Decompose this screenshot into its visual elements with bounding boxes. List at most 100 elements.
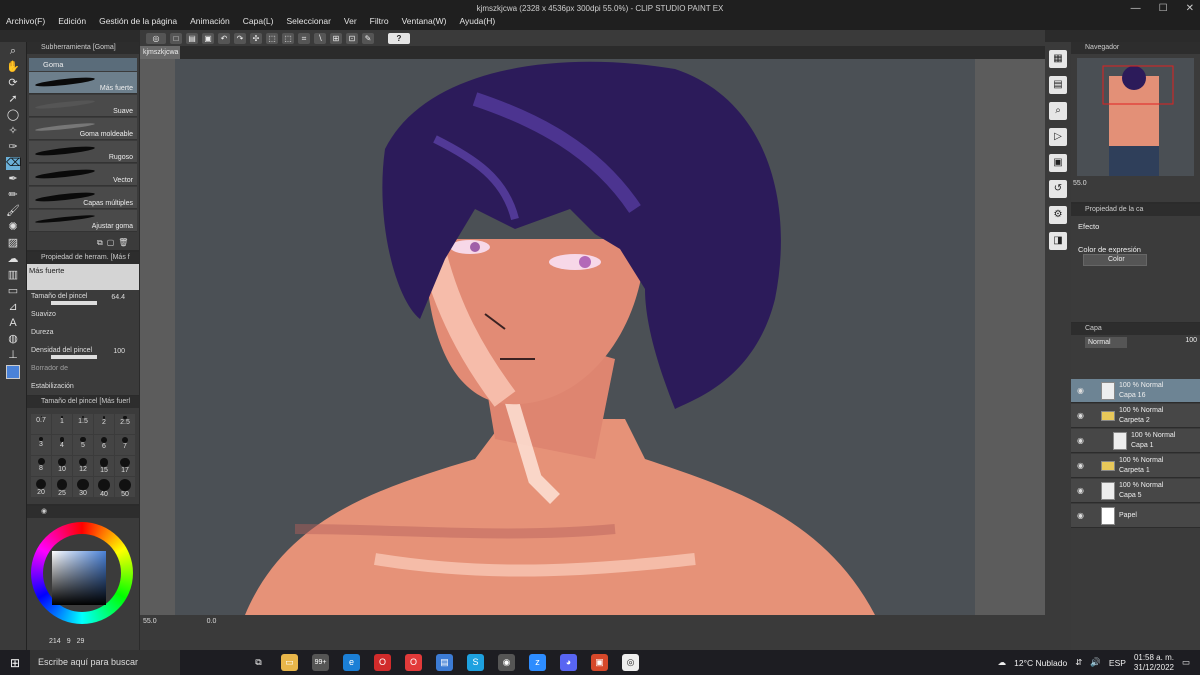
rotation-readout[interactable]: 0.0 [207, 615, 217, 628]
menu-gestion-pagina[interactable]: Gestión de la página [99, 16, 177, 26]
clip-studio-taskbar-icon[interactable]: ◎ [622, 654, 639, 671]
layer-opacity[interactable]: 100 [1185, 337, 1197, 344]
main-color-swatch[interactable] [6, 365, 20, 379]
figure-tool-icon[interactable]: ▭ [6, 285, 20, 298]
network-icon[interactable]: ⇵ [1075, 657, 1082, 668]
blend-tool-icon[interactable]: ☁ [6, 253, 20, 266]
crop-icon[interactable]: ⌗ [298, 32, 310, 44]
opera-gx-icon[interactable]: O [405, 654, 422, 671]
brush-size-preset[interactable]: 12 [73, 456, 93, 476]
snap-ruler-icon[interactable]: ∖ [314, 32, 326, 44]
menu-filtro[interactable]: Filtro [370, 16, 389, 26]
saturation-value-box[interactable] [52, 551, 106, 605]
eraser-tool-icon[interactable]: ⌫ [6, 157, 22, 170]
visibility-eye-icon[interactable]: ◉ [1077, 461, 1084, 470]
store-icon[interactable]: ▤ [436, 654, 453, 671]
layer-property-icon[interactable]: ▤ [1049, 76, 1067, 94]
zoom-readout[interactable]: 55.0 [143, 615, 157, 628]
sub-view-icon[interactable]: ◨ [1049, 232, 1067, 250]
hue-value[interactable]: 214 [49, 638, 61, 645]
brush-size-preset[interactable]: 4 [52, 435, 72, 455]
fill-tool-icon[interactable]: ▨ [6, 237, 20, 250]
help-button[interactable]: ? [388, 32, 410, 44]
brush-tool-icon[interactable]: 🖌 [6, 205, 20, 218]
subtool-group-tab[interactable]: Goma [29, 58, 137, 71]
rotate-tool-icon[interactable]: ⟳ [6, 77, 20, 90]
brush-size-preset[interactable]: 17 [115, 456, 135, 476]
brush-item[interactable]: Más fuerte [29, 72, 137, 94]
brush-size-row[interactable]: Tamaño del pincel 64.4 [27, 290, 139, 308]
media-icon[interactable]: ◉ [498, 654, 515, 671]
weather-icon[interactable]: ☁ [998, 657, 1007, 668]
brush-size-preset[interactable]: 8 [31, 456, 51, 476]
layer-row[interactable]: ◉ 100 % Normal Capa 16 [1071, 379, 1200, 403]
layer-row[interactable]: ◉ 100 % Normal Carpeta 1 [1071, 454, 1200, 478]
brush-size-preset[interactable]: 15 [94, 456, 114, 476]
brush-size-preset[interactable]: 5 [73, 435, 93, 455]
navigator-toggle-icon[interactable]: ▦ [1049, 50, 1067, 68]
item-bank-icon[interactable]: ⚙ [1049, 206, 1067, 224]
open-file-icon[interactable]: ▤ [186, 32, 198, 44]
menu-edicion[interactable]: Edición [58, 16, 86, 26]
zoom-tool-icon[interactable]: ⌕ [6, 45, 20, 58]
blend-mode-select[interactable]: Normal [1085, 337, 1127, 348]
start-button[interactable]: ⊞ [0, 656, 30, 670]
brush-size-preset[interactable]: 6 [94, 435, 114, 455]
discord-icon[interactable]: ◕ [560, 654, 577, 671]
artwork-canvas[interactable] [175, 59, 975, 615]
opera-icon[interactable]: O [374, 654, 391, 671]
visibility-eye-icon[interactable]: ◉ [1077, 511, 1084, 520]
new-file-icon[interactable]: □ [170, 32, 182, 44]
lasso-tool-icon[interactable]: ◯ [6, 109, 20, 122]
taskbar-search[interactable]: Escribe aquí para buscar [30, 650, 180, 675]
density-row[interactable]: Densidad del pincel 100 [27, 344, 139, 362]
brush-size-preset[interactable]: 30 [73, 477, 93, 497]
brush-item[interactable]: Capas múltiples [29, 187, 137, 209]
brush-item[interactable]: Goma moldeable [29, 118, 137, 140]
visibility-eye-icon[interactable]: ◉ [1077, 436, 1084, 445]
eyedropper-icon[interactable]: ✑ [6, 141, 20, 154]
mail-icon[interactable]: 99+ [312, 654, 329, 671]
maximize-button[interactable]: ☐ [1159, 3, 1168, 14]
visibility-eye-icon[interactable]: ◉ [1077, 486, 1084, 495]
menu-ayuda[interactable]: Ayuda(H) [459, 16, 495, 26]
history-icon[interactable]: ↺ [1049, 180, 1067, 198]
snap-grid-icon[interactable]: ⊞ [330, 32, 342, 44]
clip-studio-icon[interactable]: ◎ [146, 32, 166, 44]
menu-archivo[interactable]: Archivo(F) [6, 16, 45, 26]
brush-size-slider[interactable] [51, 301, 97, 305]
minimize-button[interactable]: — [1131, 3, 1141, 14]
zoom-icon[interactable]: z [529, 654, 546, 671]
menu-animacion[interactable]: Animación [190, 16, 230, 26]
saturation-value[interactable]: 9 [67, 638, 71, 645]
menu-capa[interactable]: Capa(L) [243, 16, 274, 26]
copy-subtool-icon[interactable]: ⧉ [97, 238, 103, 248]
task-view-icon[interactable]: ⧉ [250, 654, 267, 671]
layer-row[interactable]: ◉ 100 % Normal Capa 5 [1071, 479, 1200, 503]
hardness-row[interactable]: Dureza [27, 326, 139, 344]
pen-icon[interactable]: ✎ [362, 32, 374, 44]
brush-size-preset[interactable]: 10 [52, 456, 72, 476]
navigator-preview[interactable] [1077, 58, 1194, 176]
pen-tool-icon[interactable]: ✒ [6, 173, 20, 186]
pencil-tool-icon[interactable]: ✏ [6, 189, 20, 202]
brightness-value[interactable]: 29 [77, 638, 85, 645]
brush-size-preset[interactable]: 2 [94, 414, 114, 434]
brush-size-preset[interactable]: 40 [94, 477, 114, 498]
brush-size-preset[interactable]: 2.5 [115, 414, 135, 434]
file-explorer-icon[interactable]: ▭ [281, 654, 298, 671]
layer-row[interactable]: ◉ 100 % Normal Carpeta 2 [1071, 404, 1200, 428]
brush-size-preset[interactable]: 0.7 [31, 414, 51, 434]
line-correction-icon[interactable]: ⊥ [6, 349, 20, 362]
visibility-eye-icon[interactable]: ◉ [1077, 411, 1084, 420]
deselect-icon[interactable]: ⬚ [282, 32, 294, 44]
brush-size-preset[interactable]: 3 [31, 435, 51, 455]
density-slider[interactable] [51, 355, 97, 359]
brush-size-preset[interactable]: 20 [31, 477, 51, 497]
layer-row[interactable]: ◉ Papel [1071, 504, 1200, 528]
brush-size-preset[interactable]: 50 [115, 477, 135, 498]
visibility-eye-icon[interactable]: ◉ [1077, 386, 1084, 395]
magic-wand-icon[interactable]: ✧ [6, 125, 20, 138]
weather-text[interactable]: 12°C Nublado [1014, 658, 1067, 668]
brush-item[interactable]: Ajustar goma [29, 210, 137, 232]
